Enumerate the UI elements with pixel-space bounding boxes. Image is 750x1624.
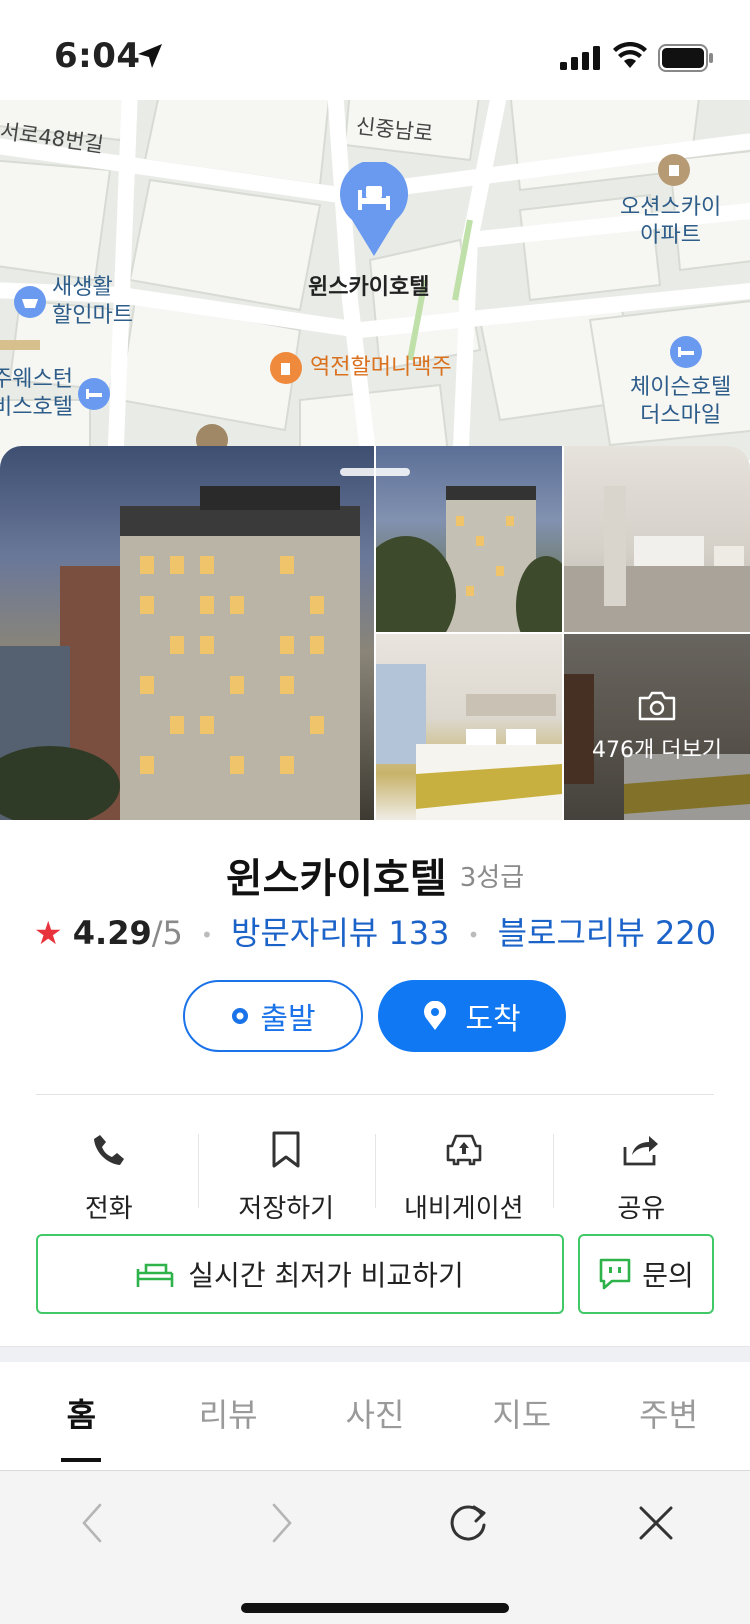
rating-row: ★ 4.29/5 • 방문자리뷰 133 • 블로그리뷰 220 [0,908,750,954]
more-photos-count: 476개 더보기 [592,738,722,763]
compare-prices-button[interactable]: 실시간 최저가 비교하기 [36,1234,564,1314]
hotel-photo-lobby[interactable] [564,446,750,632]
poi-line: 할인마트 [52,303,133,328]
battery-icon [658,44,713,72]
status-bar: 6:04 [0,0,750,100]
apartment-pin-icon [658,154,690,186]
place-name: 윈스카이호텔 [225,856,447,902]
direction-buttons: 출발 도착 [0,980,750,1052]
chevron-right-icon [272,1503,292,1543]
hotel-photo-more[interactable]: 476개 더보기 [564,634,750,820]
map-poi-label: 주웨스턴 비스호텔 [0,366,73,422]
divider [36,1094,714,1095]
car-navigation-icon [444,1126,484,1174]
wifi-icon [613,42,647,68]
beer-pin-icon [270,352,302,384]
sheet-drag-handle[interactable] [340,468,410,476]
photo-grid: 476개 더보기 [0,446,750,820]
visitor-reviews-link[interactable]: 방문자리뷰 133 [231,914,449,952]
map-poi-label: 윈스카이호텔 [308,275,430,300]
rating-max: /5 [151,914,183,952]
cellular-signal-icon [560,46,600,70]
poi-line: 주웨스턴 [0,367,73,392]
tab-home[interactable]: 홈 [21,1362,141,1462]
action-label: 저장하기 [238,1194,335,1224]
browser-toolbar [0,1470,750,1624]
bed-icon [136,1263,174,1287]
map-view[interactable]: 서로48번길 신중남로 윈스카이호텔 오션스카이 아파트 새생활 할인마트 역전… [0,100,750,460]
reload-button[interactable] [438,1493,498,1553]
refresh-icon [450,1505,486,1541]
poi-line: 새생활 [52,275,113,300]
map-poi-label: 역전할머니맥주 [310,355,452,380]
inquiry-label: 문의 [642,1259,694,1292]
hotel-photo-room[interactable] [376,634,562,820]
share-icon [622,1126,660,1174]
more-photos-overlay[interactable]: 476개 더보기 [564,634,750,820]
phone-icon [91,1126,127,1174]
navigation-action[interactable]: 내비게이션 [375,1120,553,1230]
share-action[interactable]: 공유 [552,1120,731,1230]
hotel-photo-main[interactable] [0,446,374,820]
app-screen: 6:04 서로48번길 신중남로 윈스카이호텔 오션스카이 아파트 새생활 할인… [0,0,750,1624]
tab-map[interactable]: 지도 [462,1362,582,1462]
origin-dot-icon [232,1008,249,1024]
close-icon [639,1506,673,1540]
location-pin-icon [424,1001,447,1030]
hotel-pin-icon [78,378,110,410]
poi-line: 비스호텔 [0,395,73,420]
building-illustration [0,486,360,820]
status-time: 6:04 [54,36,141,76]
map-poi-label: 새생활 할인마트 [52,274,133,330]
camera-icon [638,691,676,721]
map-poi-label: 오션스카이 아파트 [620,194,721,250]
separator-dot: • [201,923,213,947]
inquiry-button[interactable]: 문의 [578,1234,714,1314]
place-detail-sheet: 476개 더보기 윈스카이호텔 3성급 ★ 4.29/5 • 방문자리뷰 133… [0,446,750,1462]
tab-nearby[interactable]: 주변 [609,1362,729,1462]
tab-photos[interactable]: 사진 [315,1362,435,1462]
hotel-pin-icon [670,336,702,368]
poi-line: 오션스카이 [620,195,722,220]
poi-line: 체이슨호텔 [630,375,732,400]
action-bar: 전화 저장하기 내비게이션 공유 [20,1120,730,1230]
location-arrow-icon [138,44,162,68]
call-action[interactable]: 전화 [20,1120,198,1230]
forward-button[interactable] [252,1493,312,1553]
compare-prices-label: 실시간 최저가 비교하기 [188,1259,464,1292]
arrive-button[interactable]: 도착 [378,980,566,1052]
section-gap [0,1346,750,1362]
home-indicator [241,1603,509,1613]
depart-label: 출발 [260,1002,316,1037]
booking-row: 실시간 최저가 비교하기 문의 [0,1234,750,1314]
action-label: 내비게이션 [403,1194,524,1224]
shopping-basket-pin-icon [14,286,46,318]
arrive-label: 도착 [465,1002,521,1037]
depart-button[interactable]: 출발 [183,980,363,1052]
rating-score: 4.29 [72,914,152,952]
room-illustration [376,664,562,820]
place-title-row: 윈스카이호텔 3성급 [0,846,750,904]
chevron-left-icon [82,1503,102,1543]
blog-reviews-link[interactable]: 블로그리뷰 220 [498,914,716,952]
place-grade: 3성급 [459,862,525,893]
separator-dot: • [467,923,480,947]
star-icon: ★ [33,914,63,952]
selected-hotel-pin-icon[interactable] [336,162,412,258]
close-button[interactable] [626,1493,686,1553]
poi-line: 아파트 [640,223,701,248]
action-label: 공유 [617,1194,666,1224]
detail-tabs: 홈 리뷰 사진 지도 주변 [0,1362,750,1462]
save-action[interactable]: 저장하기 [197,1120,376,1230]
bookmark-icon [271,1126,301,1174]
action-label: 전화 [84,1194,133,1224]
tab-reviews[interactable]: 리뷰 [168,1362,288,1462]
map-poi-label: 체이슨호텔 더스마일 [630,374,731,430]
back-button[interactable] [62,1493,122,1553]
poi-line: 더스마일 [640,403,722,428]
lobby-illustration [564,486,750,632]
chat-icon [599,1258,631,1290]
